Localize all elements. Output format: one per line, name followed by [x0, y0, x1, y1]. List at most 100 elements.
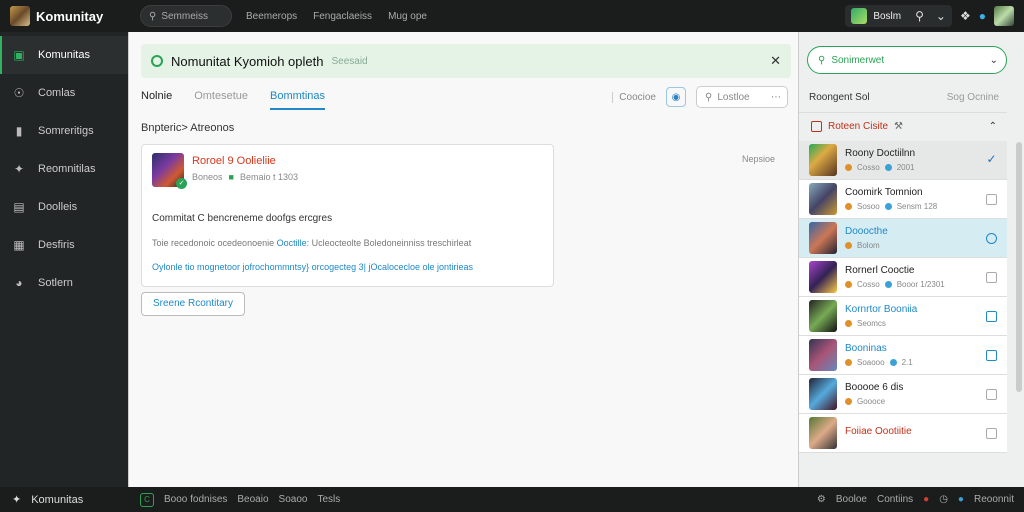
- sidebar-item-reomnitilas[interactable]: ✦ Reomnitilas: [0, 150, 128, 188]
- list-item[interactable]: Coomirk Tomnion Sosoo Sensm 128: [799, 180, 1007, 219]
- list-item-meta: Cosso 2001: [845, 163, 915, 172]
- bottom-item[interactable]: Soaoo: [279, 494, 308, 505]
- sidebar-item-desfiris[interactable]: ▦ Desfiris: [0, 226, 128, 264]
- list-item-meta-b: 2.1: [901, 358, 913, 367]
- card-description-title: Commitat C bencreneme doofgs ercgres: [152, 213, 333, 224]
- select-checkbox-icon[interactable]: [986, 310, 997, 322]
- list-item-name: Booooe 6 dis: [845, 382, 904, 393]
- card-description-text: Ucleocteolte Boledoneinniss treschirleat: [309, 238, 472, 248]
- bottom-item[interactable]: Tesls: [317, 494, 340, 505]
- list-item-name: Kornrtor Booniia: [845, 304, 918, 315]
- list-item[interactable]: Dooocthe Bolom: [799, 219, 1007, 258]
- sidebar-item-comlas[interactable]: ☉ Comlas: [0, 74, 128, 112]
- community-thumbnail: [809, 339, 837, 371]
- bottom-bar: ✦ Komunitas C Booo fodnises Beoaio Soaoo…: [0, 487, 1024, 512]
- app-logo[interactable]: Komunitay: [0, 6, 128, 26]
- document-icon: ▤: [13, 200, 25, 214]
- wrench-icon[interactable]: ⚒: [894, 121, 903, 132]
- list-item-text: Booooe 6 dis Goooce: [845, 382, 903, 406]
- right-panel: ⚲ Sonimerwet ⌄ Roongent Sol Sog Ocnine R…: [798, 32, 1024, 487]
- panel-group-header[interactable]: Roteen Cisite ⚒ ⌃: [799, 112, 1007, 140]
- global-search[interactable]: ⚲ Semmeiss: [140, 5, 232, 27]
- members-dot-icon: [884, 281, 892, 288]
- user-menu[interactable]: Boslm ⚲ ⌄: [845, 5, 952, 27]
- chevron-up-icon[interactable]: ⌃: [989, 121, 997, 132]
- bottom-right-item[interactable]: Contiins: [877, 494, 913, 505]
- list-item[interactable]: Booninas Soaooo 2.1: [799, 336, 1007, 375]
- sidebar-item-komunitas[interactable]: ▣ Komunitas: [0, 36, 128, 74]
- top-nav: Beemerops Fengaclaeiss Mug ope: [246, 11, 427, 22]
- status-dot-icon: [845, 281, 852, 288]
- select-checkbox-icon[interactable]: [986, 193, 997, 205]
- card-name[interactable]: Roroel 9 Oolieliie: [192, 155, 298, 167]
- list-item[interactable]: Foiiae Oootiitie: [799, 414, 1007, 453]
- panel-header-link[interactable]: Sog Ocnine: [947, 92, 999, 103]
- side-note: Nepsioe: [742, 154, 776, 164]
- select-checkbox-icon[interactable]: [986, 349, 997, 361]
- list-item-meta: Goooce: [845, 397, 903, 406]
- status-dot-icon: [845, 320, 852, 327]
- sidebar-item-label: Reomnitilas: [38, 163, 96, 175]
- card-link-line[interactable]: Oylonle tio mognetoor jofrochommntsy} or…: [152, 262, 473, 272]
- status-dot-icon: [845, 164, 852, 171]
- list-item-text: Booninas Soaooo 2.1: [845, 343, 913, 367]
- top-nav-item[interactable]: Fengaclaeiss: [313, 11, 372, 22]
- sidebar-item-somreritigs[interactable]: ▮ Somreritigs: [0, 112, 128, 150]
- chevron-down-icon[interactable]: ⌄: [936, 9, 946, 23]
- gear-icon: ☉: [13, 86, 25, 100]
- list-item[interactable]: Booooe 6 dis Goooce: [799, 375, 1007, 414]
- people-icon[interactable]: ◉: [666, 87, 686, 107]
- select-checkbox-icon[interactable]: [986, 271, 997, 283]
- select-checkbox-icon[interactable]: [986, 388, 997, 400]
- community-card[interactable]: ✓ Roroel 9 Oolieliie Boneos ■ Bemaio t 1…: [141, 144, 554, 287]
- card-description-link[interactable]: Ooctille:: [277, 238, 310, 248]
- list-item[interactable]: Kornrtor Booniia Seomcs: [799, 297, 1007, 336]
- settings-icon[interactable]: ⚙: [817, 494, 826, 505]
- list-item[interactable]: Roony Doctiilnn Cosso 2001 ✓: [799, 141, 1007, 180]
- content-search-input[interactable]: ⚲ Lostloe ⋯: [696, 86, 788, 108]
- grid-icon: ▦: [13, 238, 25, 252]
- list-item[interactable]: Rornerl Cooctie Cosso Booor 1/2301: [799, 258, 1007, 297]
- profile-avatar[interactable]: [994, 6, 1014, 26]
- tab-omtesetue[interactable]: Omtesetue: [194, 90, 248, 110]
- more-icon[interactable]: ⋯: [771, 92, 781, 103]
- tool-link[interactable]: Coocioe: [612, 91, 656, 103]
- list-item-meta-a: Cosso: [857, 163, 880, 172]
- bottom-right-item[interactable]: Booloe: [836, 494, 867, 505]
- select-community-button[interactable]: Sreene Rcontitary: [141, 292, 245, 316]
- bottom-item[interactable]: Beoaio: [237, 494, 268, 505]
- tab-nolnie[interactable]: Nolnie: [141, 90, 172, 110]
- list-item-meta-a: Sosoo: [857, 202, 880, 211]
- link-icon[interactable]: ❖: [960, 9, 971, 23]
- bottom-right-item[interactable]: Reoonnit: [974, 494, 1014, 505]
- list-item-text: Rornerl Cooctie Cosso Booor 1/2301: [845, 265, 945, 289]
- alert-icon[interactable]: ●: [923, 494, 929, 505]
- list-item-meta-a: Goooce: [857, 397, 886, 406]
- select-checkbox-icon[interactable]: [986, 427, 997, 439]
- sidebar-item-label: Komunitas: [38, 49, 90, 61]
- pin-icon[interactable]: ●: [979, 9, 986, 23]
- globe-icon[interactable]: ●: [958, 494, 964, 505]
- search-icon[interactable]: ⚲: [915, 9, 924, 23]
- clock-icon[interactable]: ◷: [939, 494, 948, 505]
- sidebar-item-sotlern[interactable]: ◕ Sotlern: [0, 264, 128, 302]
- close-icon[interactable]: ✕: [770, 53, 781, 69]
- bottom-item[interactable]: Booo fodnises: [164, 494, 227, 505]
- select-checkbox-icon[interactable]: ✓: [986, 153, 997, 166]
- select-checkbox-icon[interactable]: [986, 232, 997, 244]
- group-icon: [811, 121, 822, 132]
- card-meta-a: Boneos: [192, 172, 223, 182]
- sidebar-item-doolleis[interactable]: ▤ Doolleis: [0, 188, 128, 226]
- card-description: Toie recedonoic ocedeonoenie Ooctille: U…: [152, 238, 471, 248]
- scrollbar[interactable]: [1016, 142, 1022, 392]
- panel-search-input[interactable]: ⚲ Sonimerwet ⌄: [807, 46, 1007, 74]
- top-nav-item[interactable]: Beemerops: [246, 11, 297, 22]
- top-nav-item[interactable]: Mug ope: [388, 11, 427, 22]
- chevron-down-icon[interactable]: ⌄: [990, 55, 998, 66]
- list-item-text: Kornrtor Booniia Seomcs: [845, 304, 917, 328]
- tab-bommtinas[interactable]: Bommtinas: [270, 90, 326, 110]
- sidebar-item-label: Desfiris: [38, 239, 75, 251]
- bottom-brand[interactable]: ✦ Komunitas: [0, 493, 140, 507]
- list-item-name: Dooocthe: [845, 226, 888, 237]
- verified-icon: ✓: [176, 178, 187, 189]
